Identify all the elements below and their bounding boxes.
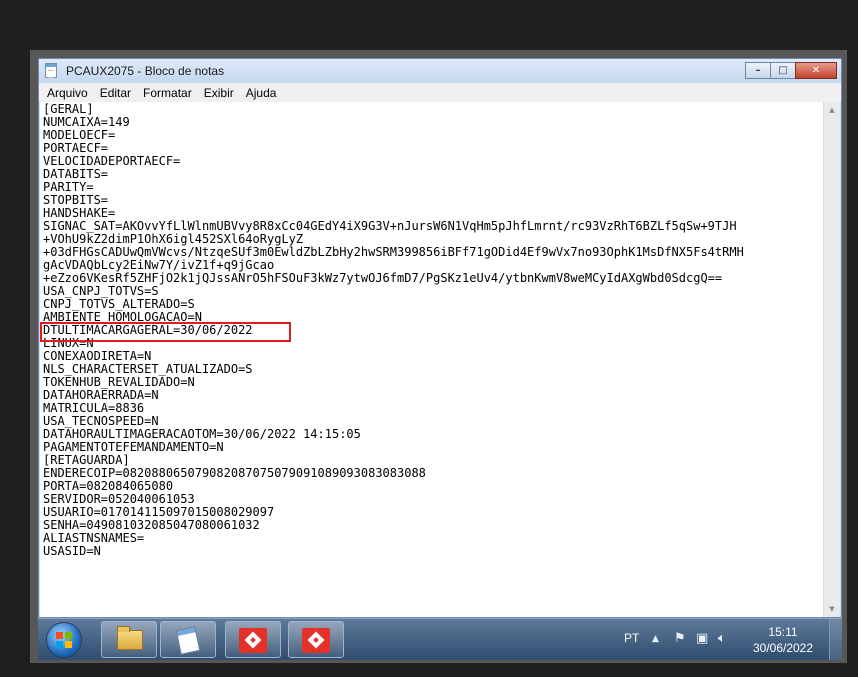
clock-time: 15:11 [768,625,798,639]
language-indicator[interactable]: PT [624,631,639,645]
maximize-button[interactable]: □ [770,62,796,79]
show-desktop-button[interactable] [829,619,842,660]
text-line: USASID=N [43,544,101,558]
folder-icon [117,626,143,650]
close-button[interactable]: ✕ [795,62,837,79]
taskbar-anydesk-button-1[interactable] [225,621,281,658]
system-clock[interactable]: 15:11 30/06/2022 [738,624,828,656]
anydesk-icon [239,628,267,653]
window-title: PCAUX2075 - Bloco de notas [66,64,225,78]
taskbar-notepad-button[interactable] [160,621,216,658]
menu-ajuda[interactable]: Ajuda [242,86,281,100]
menu-formatar[interactable]: Formatar [139,86,196,100]
window-controls: – □ ✕ [745,62,837,79]
network-icon[interactable]: ▣ [696,631,708,646]
menu-exibir[interactable]: Exibir [200,86,238,100]
start-button[interactable] [47,623,81,657]
action-center-flag-icon[interactable]: ⚑ [674,631,686,646]
volume-icon[interactable]: 🔈︎ [718,631,726,646]
notepad-app-icon [45,63,57,78]
windows-logo-icon [56,632,72,648]
notepad-icon [175,626,201,655]
highlight-box [40,322,291,342]
taskbar-anydesk-button-2[interactable] [288,621,344,658]
title-bar[interactable]: PCAUX2075 - Bloco de notas – □ ✕ [39,59,841,83]
menu-bar: Arquivo Editar Formatar Exibir Ajuda [39,83,841,102]
scroll-down-arrow-icon[interactable]: ▼ [824,601,840,617]
vertical-scrollbar[interactable]: ▲ ▼ [823,102,840,617]
taskbar-explorer-button[interactable] [101,621,157,658]
clock-date: 30/06/2022 [752,641,814,655]
minimize-button[interactable]: – [745,62,771,79]
anydesk-icon [302,628,330,653]
menu-arquivo[interactable]: Arquivo [43,86,92,100]
taskbar: PT ▲ ⚑ ▣ 🔈︎ 15:11 30/06/2022 [38,618,842,660]
text-editor[interactable]: [GERAL] NUMCAIXA=149 MODELOECF= PORTAECF= VE… [40,102,823,617]
menu-editar[interactable]: Editar [96,86,135,100]
tray-expand-arrow-icon[interactable]: ▲ [652,634,659,644]
scroll-up-arrow-icon[interactable]: ▲ [824,102,840,118]
